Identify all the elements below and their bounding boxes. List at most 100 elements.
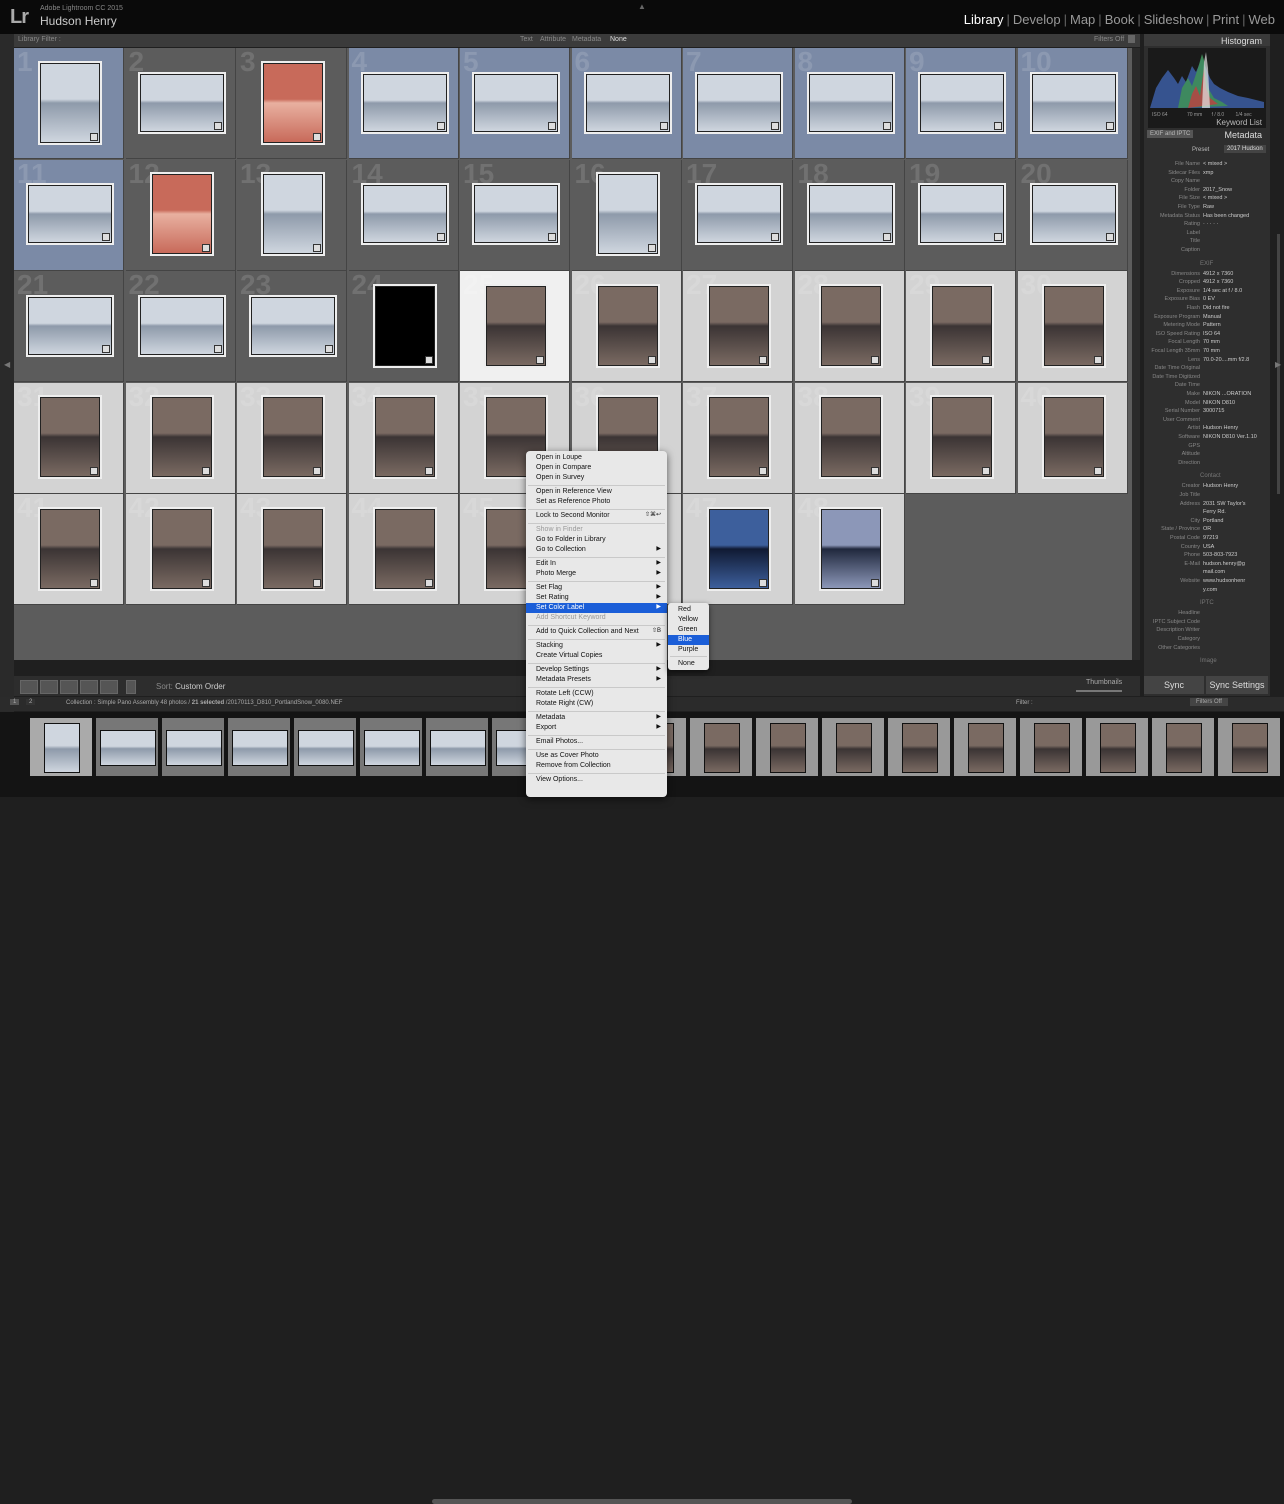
edit-badge-icon[interactable] [771, 233, 779, 241]
photo-thumbnail[interactable] [932, 397, 992, 477]
photo-thumbnail[interactable] [697, 73, 781, 132]
edit-badge-icon[interactable] [313, 244, 321, 252]
menu-item-open-in-survey[interactable]: Open in Survey [536, 473, 584, 483]
color-label-purple[interactable]: Purple [678, 645, 698, 655]
edit-badge-icon[interactable] [548, 233, 556, 241]
filmstrip-filters-select[interactable]: Filters Off [1190, 698, 1228, 706]
lock-icon[interactable] [1128, 35, 1135, 43]
photo-thumbnail[interactable] [474, 73, 558, 132]
filters-off-select[interactable]: Filters Off [1094, 36, 1124, 43]
photo-thumbnail[interactable] [808, 73, 893, 132]
grid-cell[interactable]: 13 [237, 158, 347, 271]
grid-cell[interactable]: 3 [237, 48, 347, 159]
metadata-title[interactable]: Metadata [1224, 130, 1262, 140]
grid-cell[interactable]: 28 [794, 269, 905, 382]
filmstrip-thumbnail[interactable] [888, 718, 950, 776]
grid-cell[interactable]: 12 [125, 158, 236, 271]
photo-thumbnail[interactable] [932, 285, 992, 366]
filter-text[interactable]: Text [520, 36, 533, 43]
metadata-value[interactable]: xmp [1203, 169, 1213, 177]
grid-cell[interactable]: 20 [1017, 158, 1128, 271]
photo-thumbnail[interactable] [40, 62, 100, 143]
filmstrip-thumbnail[interactable] [1152, 718, 1214, 776]
edit-badge-icon[interactable] [424, 355, 433, 364]
menu-item-set-flag[interactable]: Set Flag [536, 583, 562, 593]
metadata-value[interactable]: Has been changed [1203, 212, 1249, 220]
metadata-value[interactable]: Ferry Rd. [1203, 508, 1226, 516]
filmstrip-thumbnail[interactable] [954, 718, 1016, 776]
edit-badge-icon[interactable] [424, 467, 433, 475]
edit-badge-icon[interactable] [870, 578, 879, 587]
module-map[interactable]: Map [1067, 12, 1098, 27]
metadata-value[interactable]: Hudson Henry [1203, 482, 1238, 490]
metadata-value[interactable]: mail.com [1203, 568, 1225, 576]
photo-thumbnail[interactable] [474, 185, 558, 243]
filmstrip-thumbnail[interactable] [426, 718, 488, 776]
preset-select[interactable]: 2017 Hudson [1224, 145, 1266, 153]
metadata-value[interactable]: 1/4 sec at f / 8.0 [1203, 287, 1242, 295]
photo-thumbnail[interactable] [597, 174, 658, 254]
grid-cell[interactable]: 43 [237, 492, 347, 605]
edit-badge-icon[interactable] [882, 121, 891, 130]
grid-cell[interactable]: 9 [906, 48, 1016, 159]
menu-item-export[interactable]: Export [536, 723, 556, 733]
grid-cell[interactable]: 21 [14, 269, 124, 382]
grid-cell[interactable]: 16 [571, 158, 682, 271]
photo-thumbnail[interactable] [374, 397, 435, 477]
module-web[interactable]: Web [1246, 12, 1279, 27]
grid-scrollbar[interactable] [1132, 48, 1140, 660]
grid-cell[interactable]: 22 [125, 269, 236, 382]
metadata-value[interactable]: Raw [1203, 203, 1214, 211]
grid-cell[interactable]: 1 [14, 48, 124, 159]
menu-item-set-color-label[interactable]: Set Color Label [536, 603, 584, 613]
grid-cell[interactable]: 23 [237, 269, 347, 382]
menu-item-open-in-reference-view[interactable]: Open in Reference View [536, 487, 612, 497]
photo-thumbnail[interactable] [28, 296, 112, 355]
edit-badge-icon[interactable] [102, 344, 110, 353]
grid-cell[interactable]: 5 [460, 48, 570, 159]
photo-thumbnail[interactable] [709, 508, 769, 589]
edit-badge-icon[interactable] [90, 578, 98, 587]
edit-badge-icon[interactable] [548, 121, 556, 130]
people-view-icon[interactable] [100, 680, 118, 694]
edit-badge-icon[interactable] [982, 355, 990, 364]
grid-cell[interactable]: 42 [125, 492, 236, 605]
metadata-value[interactable]: Pattern [1203, 321, 1221, 329]
right-panel-toggle-icon[interactable]: ▶ [1275, 360, 1281, 369]
edit-badge-icon[interactable] [759, 355, 767, 364]
grid-cell[interactable]: 2 [125, 48, 236, 159]
photo-thumbnail[interactable] [486, 285, 546, 366]
filter-attribute[interactable]: Attribute [540, 36, 566, 43]
photo-thumbnail[interactable] [40, 397, 100, 477]
photo-thumbnail[interactable] [820, 285, 881, 366]
photo-thumbnail[interactable] [139, 73, 224, 132]
identity-plate[interactable]: Hudson Henry [40, 14, 117, 28]
grid-cell[interactable]: 33 [237, 381, 347, 494]
filter-metadata[interactable]: Metadata [572, 36, 601, 43]
menu-item-email-photos[interactable]: Email Photos... [536, 737, 583, 747]
grid-cell[interactable]: 48 [794, 492, 905, 605]
edit-badge-icon[interactable] [1105, 121, 1114, 130]
edit-badge-icon[interactable] [313, 467, 321, 475]
edit-badge-icon[interactable] [759, 467, 767, 475]
metadata-value[interactable]: 2031 SW Taylor's [1203, 500, 1246, 508]
edit-badge-icon[interactable] [424, 578, 433, 587]
menu-item-lock-to-second-monitor[interactable]: Lock to Second Monitor [536, 511, 610, 521]
photo-thumbnail[interactable] [251, 296, 335, 355]
menu-item-create-virtual-copies[interactable]: Create Virtual Copies [536, 651, 602, 661]
metadata-value[interactable]: NIKON D810 Ver.1.10 [1203, 433, 1257, 441]
grid-cell[interactable]: 47 [683, 492, 793, 605]
filmstrip-thumbnail[interactable] [228, 718, 290, 776]
grid-cell[interactable]: 25 [460, 269, 570, 382]
edit-badge-icon[interactable] [201, 467, 210, 475]
grid-view-icon[interactable] [20, 680, 38, 694]
metadata-value[interactable]: 4912 x 7360 [1203, 278, 1233, 286]
grid-cell[interactable]: 19 [906, 158, 1016, 271]
metadata-value[interactable]: 3000715 [1203, 407, 1224, 415]
edit-badge-icon[interactable] [436, 233, 445, 241]
grid-cell[interactable]: 34 [348, 381, 459, 494]
metadata-value[interactable]: hudson.henry@g [1203, 560, 1245, 568]
edit-badge-icon[interactable] [771, 121, 779, 130]
photo-thumbnail[interactable] [1043, 285, 1104, 366]
grid-cell[interactable]: 39 [906, 381, 1016, 494]
